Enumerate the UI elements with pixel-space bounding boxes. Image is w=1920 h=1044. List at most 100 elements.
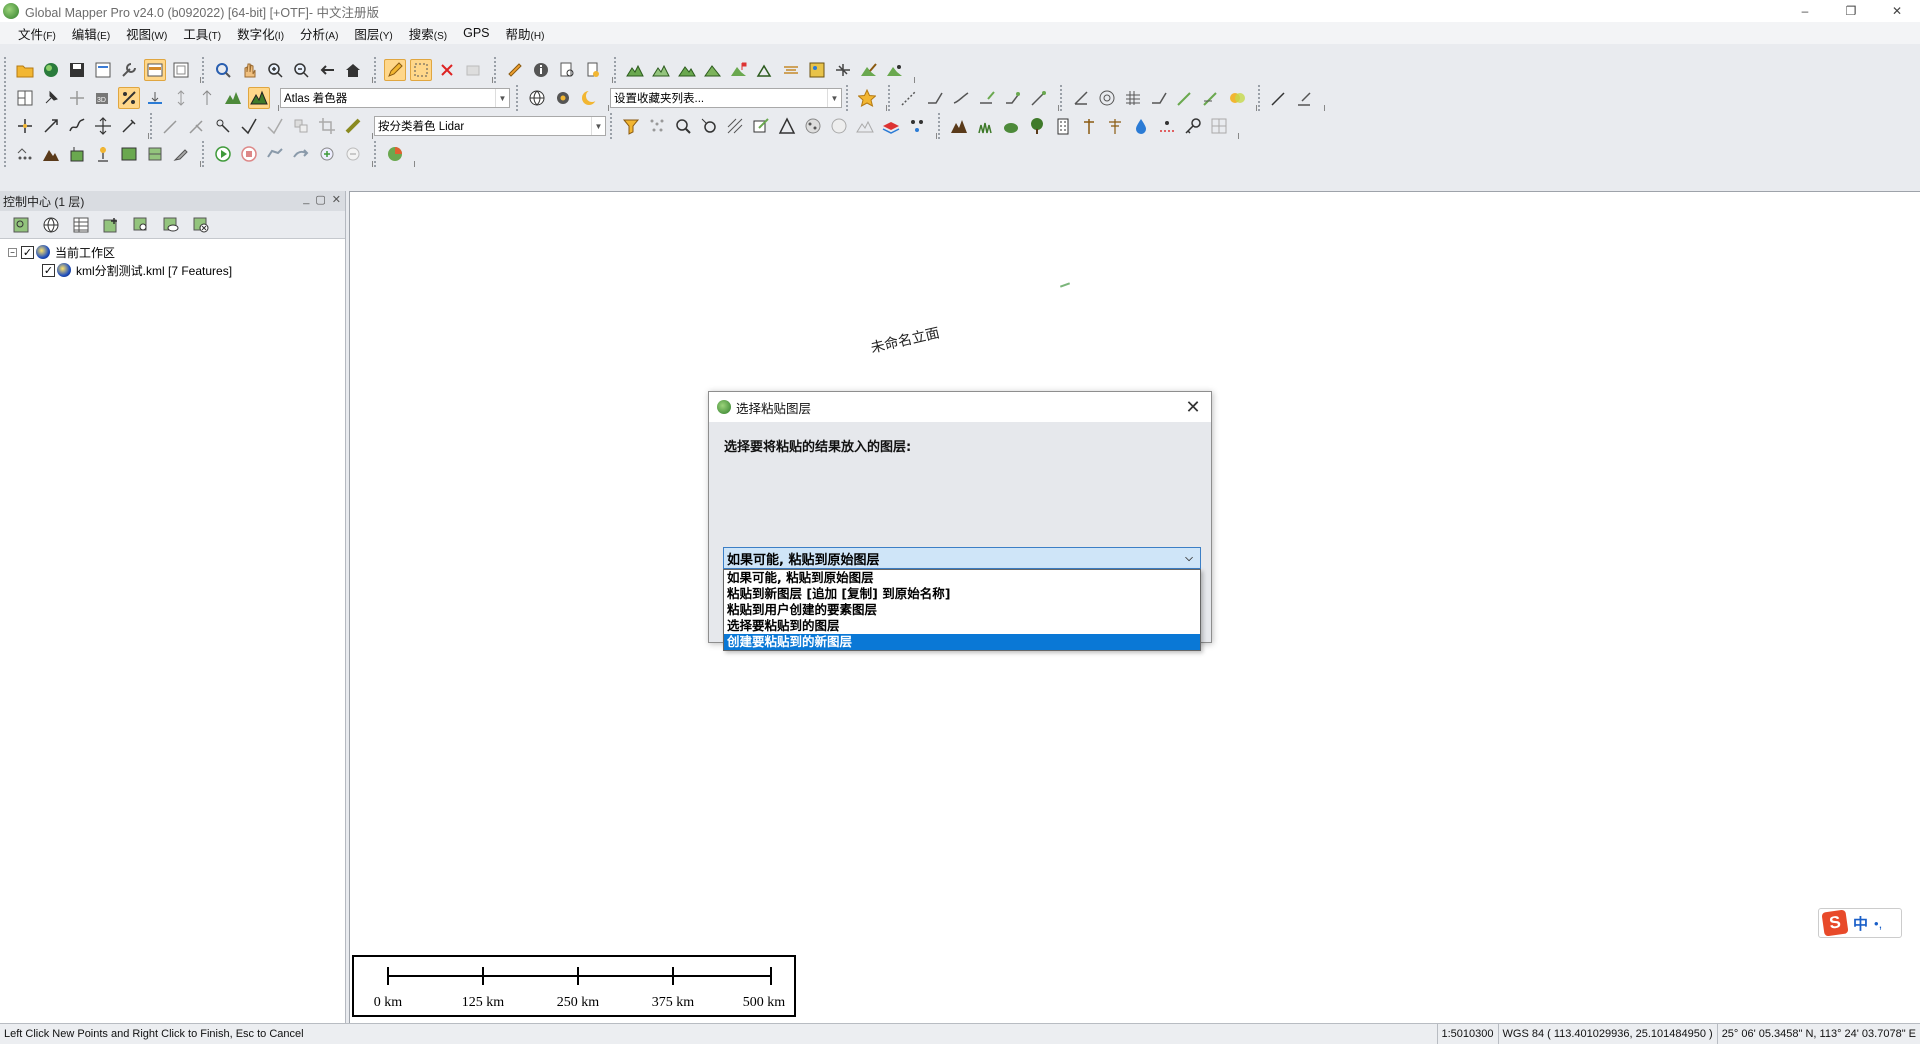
chevron-down-icon[interactable]: ⌵ [1181,550,1197,566]
terrain-person-icon[interactable] [884,59,906,81]
gps-map-icon[interactable] [118,143,140,165]
vector-op-4-icon[interactable] [238,115,260,137]
analysis-3-icon[interactable] [1174,87,1196,109]
select-features-icon[interactable] [410,59,432,81]
menu-digitize[interactable]: 数字化(I) [229,24,292,43]
gps-pin-icon[interactable] [92,143,114,165]
lidar-cluster-icon[interactable] [802,115,824,137]
target-icon[interactable] [1096,87,1118,109]
zoom-in-icon[interactable] [264,59,286,81]
path-profile-icon[interactable] [582,59,604,81]
vector-op-3-icon[interactable] [212,115,234,137]
zoom-select-icon[interactable] [212,59,234,81]
shapes-icon[interactable] [1226,87,1248,109]
dialog-close-button[interactable]: ✕ [1181,395,1205,419]
move-vertex-icon[interactable] [14,115,36,137]
lidar-zoom-icon[interactable] [698,115,720,137]
menu-edit[interactable]: 编辑(E) [64,24,118,43]
gps-brush-icon[interactable] [170,143,192,165]
paste-option-highlighted[interactable]: 创建要粘贴到的新图层 [724,634,1200,650]
delete-x-icon[interactable] [436,59,458,81]
menu-search[interactable]: 搜索(S) [401,24,455,43]
pan-hand-icon[interactable] [238,59,260,81]
root-checkbox[interactable]: ✓ [21,245,34,259]
curve-edit-icon[interactable] [66,115,88,137]
ime-indicator[interactable]: S 中 •, [1818,908,1902,938]
vector-op-1-icon[interactable] [160,115,182,137]
overview-map-icon[interactable] [170,59,192,81]
disabled-tool-icon[interactable] [462,59,484,81]
line-tool-2-icon[interactable] [924,87,946,109]
bush-icon[interactable] [1000,115,1022,137]
terrain-flag-icon[interactable] [728,59,750,81]
zoom-out-icon[interactable] [290,59,312,81]
lidar-terrain-icon[interactable] [854,115,876,137]
back-arrow-icon[interactable] [316,59,338,81]
gps-dots-icon[interactable] [14,143,36,165]
restore-button[interactable]: ❐ [1828,0,1874,22]
powerline-icon[interactable] [1104,115,1126,137]
menu-analysis[interactable]: 分析(A) [292,24,346,43]
menu-layer[interactable]: 图层(Y) [346,24,400,43]
lidar-points-icon[interactable] [646,115,668,137]
star-icon[interactable] [856,87,878,109]
measure-tape-icon[interactable] [342,115,364,137]
digitizer-pencil-icon[interactable] [384,59,406,81]
crop-icon[interactable] [316,115,338,137]
menu-gps[interactable]: GPS [455,26,497,40]
control-center-icon[interactable] [144,59,166,81]
3d-nav-icon[interactable] [66,87,88,109]
grid-edit-icon[interactable] [1122,87,1144,109]
panel-close-icon[interactable]: ✕ [332,193,341,206]
scale-feature-icon[interactable] [40,115,62,137]
moon-icon[interactable] [578,87,600,109]
water-drop-icon[interactable] [1130,115,1152,137]
analysis-4-icon[interactable] [1200,87,1222,109]
layer-checkbox[interactable]: ✓ [42,263,55,277]
layer-add-icon[interactable] [100,214,122,236]
lidar-classify-icon[interactable] [906,115,928,137]
menu-tools[interactable]: 工具(T) [175,24,229,43]
terrain-1-icon[interactable] [624,59,646,81]
building-icon[interactable] [1052,115,1074,137]
lidar-cluster-2-icon[interactable] [828,115,850,137]
workspace-icon[interactable] [92,59,114,81]
pie-chart-icon[interactable] [384,143,406,165]
terrain-3-icon[interactable] [676,59,698,81]
paste-option[interactable]: 如果可能, 粘贴到原始图层 [724,570,1200,586]
lidar-edit-icon[interactable] [750,115,772,137]
save-icon[interactable] [66,59,88,81]
pin-icon[interactable] [40,87,62,109]
settings-gear-icon[interactable] [552,87,574,109]
line-tool-4-icon[interactable] [976,87,998,109]
split-view-icon[interactable] [14,87,36,109]
grass-icon[interactable] [974,115,996,137]
globe-data-icon[interactable] [40,59,62,81]
water-level-icon[interactable] [144,87,166,109]
key-icon[interactable] [1182,115,1204,137]
gps-terrain-icon[interactable] [40,143,62,165]
contour-icon[interactable] [780,59,802,81]
line-tool-5-icon[interactable] [1002,87,1024,109]
lidar-grid-icon[interactable] [724,115,746,137]
hillshade-icon[interactable] [248,87,270,109]
raster-image-icon[interactable] [806,59,828,81]
3d-view-icon[interactable]: 3D [92,87,114,109]
feature-info-icon[interactable] [556,59,578,81]
favorites-select[interactable]: 设置收藏夹列表... ▼ [610,88,842,108]
layer-search-icon[interactable] [130,214,152,236]
layer-remove-icon[interactable] [190,214,212,236]
breakline-icon[interactable] [1156,115,1178,137]
info-icon[interactable] [530,59,552,81]
terrain-2-icon[interactable] [650,59,672,81]
tree-layer-item[interactable]: ✓ kml分割测试.kml [7 Features] [0,261,345,279]
lidar-filter-icon[interactable] [620,115,642,137]
vector-op-5-icon[interactable] [264,115,286,137]
pole-icon[interactable] [1078,115,1100,137]
panel-minimize-icon[interactable]: _ [303,193,309,206]
tree-icon[interactable] [1026,115,1048,137]
lidar-select[interactable]: 按分类着色 Lidar ▼ [374,116,606,136]
menu-file[interactable]: 文件(F) [10,24,64,43]
layer-visibility-icon[interactable] [160,214,182,236]
terrain-tree-icon[interactable] [754,59,776,81]
